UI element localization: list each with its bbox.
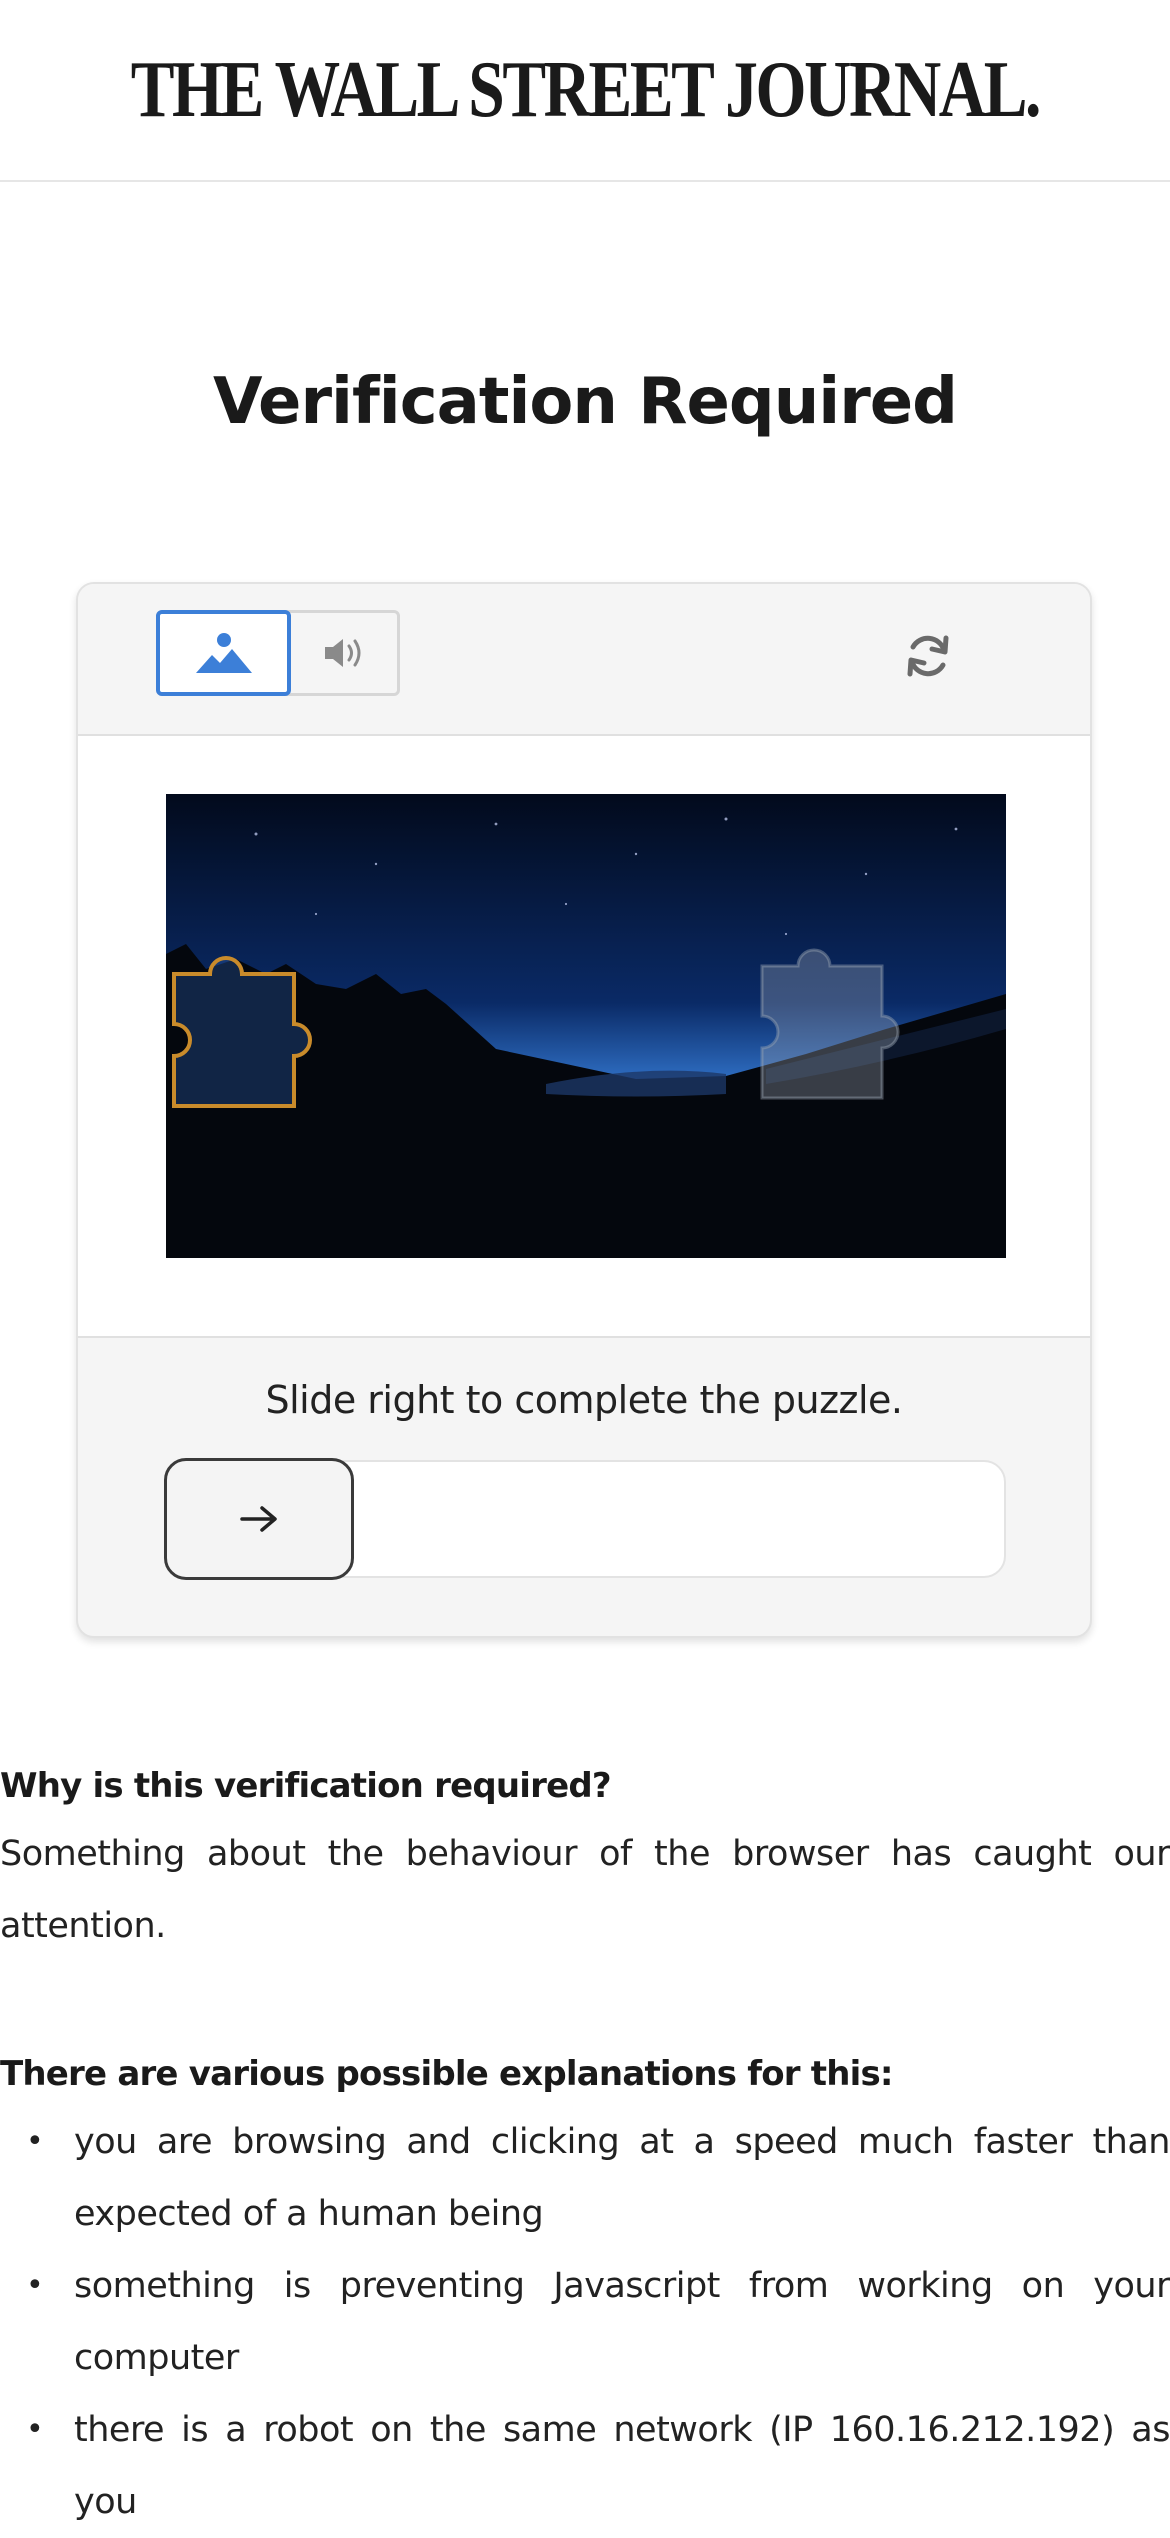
captcha-slider-area: Slide right to complete the puzzle. [78, 1338, 1090, 1636]
puzzle-image [166, 794, 1006, 1258]
site-header: THE WALL STREET JOURNAL. [0, 0, 1170, 182]
explanations-list: you are browsing and clicking at a speed… [0, 2106, 1170, 2538]
why-heading: Why is this verification required? [0, 1766, 612, 1806]
page-title: Verification Required [213, 365, 958, 439]
list-item: there is a robot on the same network (IP… [0, 2394, 1170, 2538]
captcha-toolbar [78, 584, 1090, 736]
speaker-icon [325, 639, 361, 667]
image-mode-button[interactable] [156, 610, 291, 696]
list-item: you are browsing and clicking at a speed… [0, 2106, 1170, 2250]
explanations-heading: There are various possible explanations … [0, 2054, 894, 2094]
list-item: something is preventing Javascript from … [0, 2250, 1170, 2394]
captcha-instruction: Slide right to complete the puzzle. [265, 1378, 903, 1422]
slider-handle[interactable] [164, 1458, 354, 1580]
image-mountain-icon [195, 633, 252, 673]
wsj-logo[interactable]: THE WALL STREET JOURNAL. [131, 45, 1042, 136]
audio-mode-button[interactable] [291, 613, 397, 693]
refresh-button[interactable] [896, 624, 960, 688]
arrow-right-icon [240, 1506, 277, 1532]
captcha-card: Slide right to complete the puzzle. [76, 582, 1092, 1638]
captcha-image-area [78, 736, 1090, 1338]
refresh-icon [907, 635, 949, 677]
why-text: Something about the behaviour of the bro… [0, 1834, 1170, 1946]
captcha-mode-toggle [156, 610, 400, 696]
